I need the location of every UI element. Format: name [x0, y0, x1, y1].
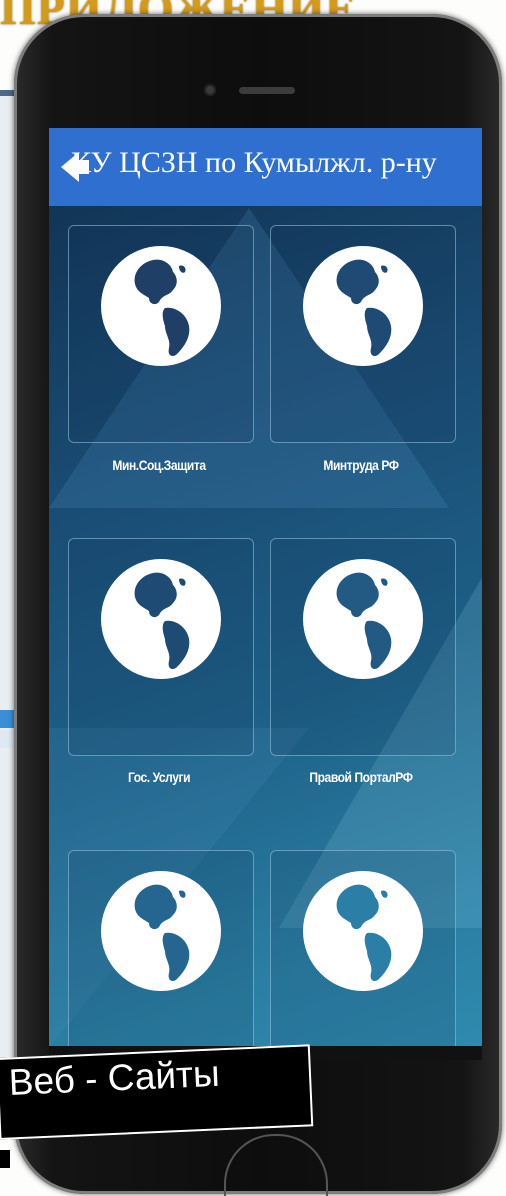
tile-gos-uslugi[interactable]	[68, 538, 254, 756]
globe-icon	[303, 559, 423, 679]
globe-icon	[101, 559, 221, 679]
tile-label: Гос. Услуги	[127, 769, 191, 785]
tile-mintruda-rf[interactable]	[270, 225, 456, 443]
tile-min-soc-zashchita[interactable]	[68, 225, 254, 443]
speaker-grille	[239, 87, 295, 94]
tile-pravovoi-portal[interactable]	[270, 538, 456, 756]
tile-6[interactable]	[270, 850, 456, 1060]
home-button[interactable]	[224, 1134, 328, 1196]
app-bar: КУ ЦСЗН по Кумылжл. р-ну	[49, 128, 482, 206]
globe-icon	[101, 246, 221, 366]
camera-icon	[204, 84, 216, 96]
tile-label: Минтруда РФ	[323, 457, 399, 473]
tile-label: Мин.Соц.Защита	[112, 457, 206, 473]
tile-label: Правой ПорталРФ	[309, 769, 413, 785]
globe-icon	[101, 871, 221, 991]
tile-5[interactable]	[68, 850, 254, 1060]
app-title: КУ ЦСЗН по Кумылжл. р-ну	[71, 146, 437, 179]
app-screen: КУ ЦСЗН по Кумылжл. р-ну Мин.Соц.Защита …	[49, 128, 482, 1060]
decorative-square	[0, 1150, 10, 1168]
globe-icon	[303, 246, 423, 366]
globe-icon	[303, 871, 423, 991]
